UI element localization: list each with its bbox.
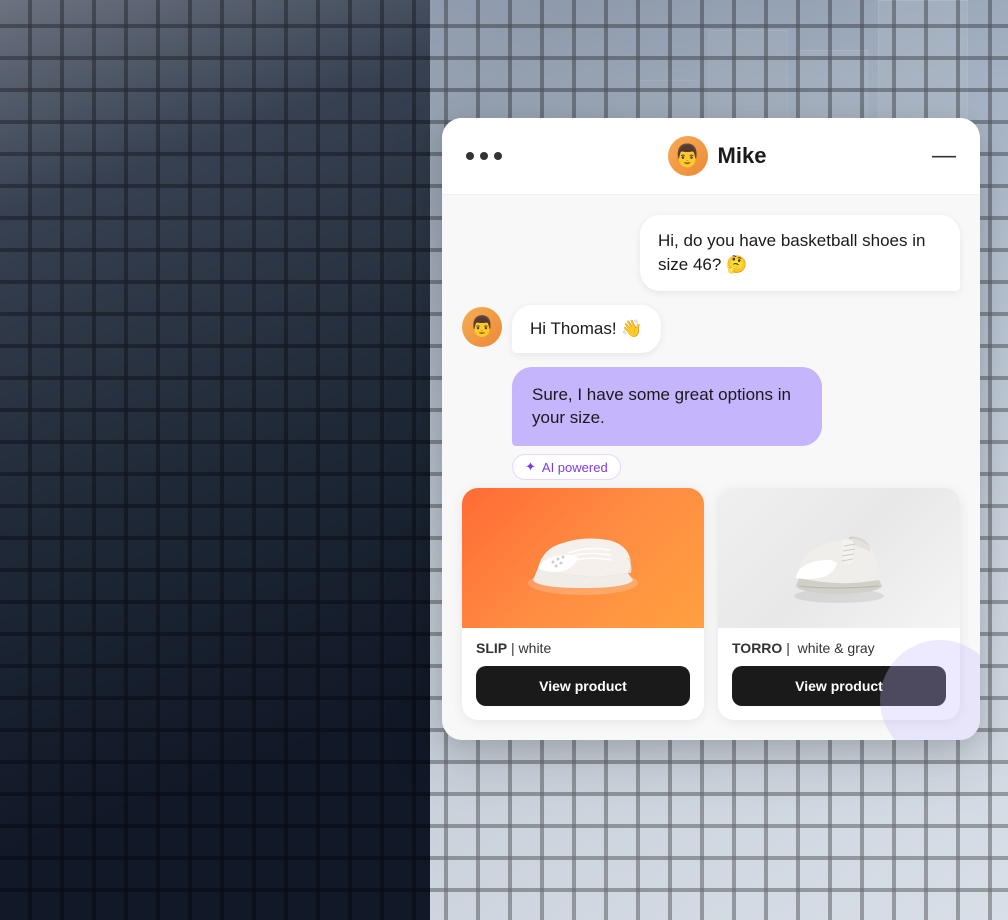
product-card-torro: TORRO | white & gray View product	[718, 488, 960, 720]
shoe-illustration-slip	[518, 508, 648, 608]
agent-main-block: Sure, I have some great options in your …	[462, 367, 960, 481]
agent-avatar-emoji: 👨	[470, 314, 495, 339]
view-product-button-torro[interactable]: View product	[732, 666, 946, 706]
chat-header: 👨 Mike —	[442, 118, 980, 195]
minimize-button[interactable]: —	[932, 144, 956, 168]
agent-avatar-header: 👨	[668, 136, 708, 176]
product-image-torro	[718, 488, 960, 628]
header-dots[interactable]	[466, 152, 502, 160]
products-section: SLIP | white View product	[442, 488, 980, 720]
dot-1	[466, 152, 474, 160]
chat-widget: 👨 Mike — Hi, do you have basketball shoe…	[442, 118, 980, 740]
user-message: Hi, do you have basketball shoes in size…	[462, 215, 960, 291]
product-info-torro: TORRO | white & gray View product	[718, 628, 960, 720]
agent-greeting-row: 👨 Hi Thomas! 👋	[462, 305, 960, 353]
ai-badge-icon: ✦	[525, 459, 536, 475]
agent-greeting-bubble: Hi Thomas! 👋	[512, 305, 661, 353]
dot-3	[494, 152, 502, 160]
product-name-slip: SLIP | white	[476, 640, 690, 656]
avatar-emoji: 👨	[674, 143, 701, 169]
user-bubble: Hi, do you have basketball shoes in size…	[640, 215, 960, 291]
shoe-illustration-torro	[774, 508, 904, 608]
ai-badge: ✦ AI powered	[512, 454, 621, 480]
dot-2	[480, 152, 488, 160]
agent-avatar: 👨	[462, 307, 502, 347]
agent-name: Mike	[718, 143, 767, 169]
ai-badge-label: AI powered	[542, 460, 608, 475]
view-product-button-slip[interactable]: View product	[476, 666, 690, 706]
product-card-slip: SLIP | white View product	[462, 488, 704, 720]
agent-main-bubble: Sure, I have some great options in your …	[512, 367, 822, 447]
product-info-slip: SLIP | white View product	[462, 628, 704, 720]
header-center: 👨 Mike	[668, 136, 767, 176]
product-name-torro: TORRO | white & gray	[732, 640, 946, 656]
product-image-slip	[462, 488, 704, 628]
chat-messages: Hi, do you have basketball shoes in size…	[442, 195, 980, 488]
